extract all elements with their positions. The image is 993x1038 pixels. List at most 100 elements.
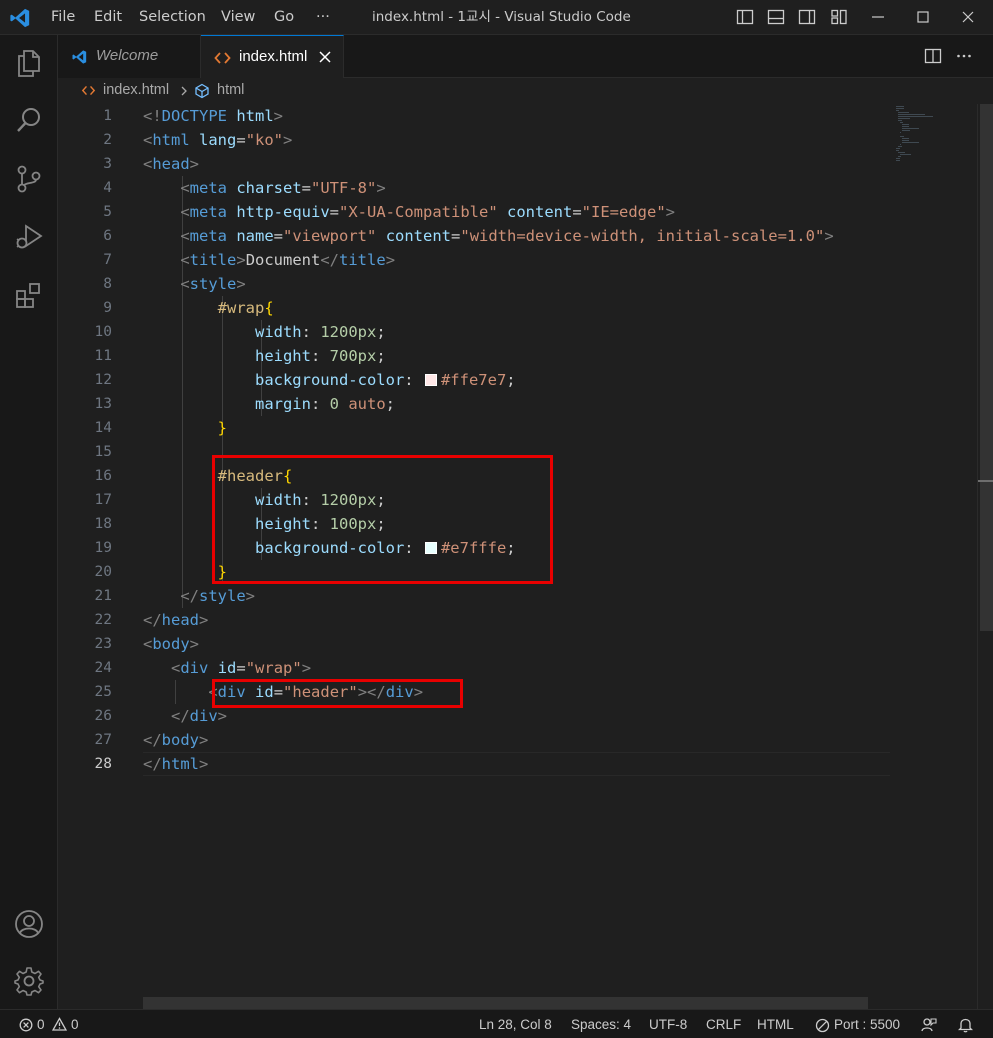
code-token: = — [329, 203, 340, 221]
menu-selection[interactable]: Selection — [139, 0, 206, 35]
line-number[interactable]: 3 — [62, 152, 112, 176]
language-mode[interactable]: HTML — [757, 1017, 794, 1032]
error-icon[interactable] — [19, 1018, 33, 1032]
maximize-icon[interactable] — [914, 8, 932, 26]
menu-go[interactable]: Go — [274, 0, 294, 35]
line-number[interactable]: 4 — [62, 176, 112, 200]
extensions-icon[interactable] — [13, 279, 45, 311]
end-of-line[interactable]: CRLF — [706, 1017, 741, 1032]
breadcrumb-file[interactable]: index.html — [103, 82, 169, 98]
vertical-scrollbar[interactable] — [977, 104, 993, 1009]
menu-view[interactable]: View — [221, 0, 255, 35]
indentation[interactable]: Spaces: 4 — [571, 1017, 631, 1032]
close-tab-icon[interactable] — [316, 48, 334, 66]
code-line[interactable]: <style> — [143, 272, 245, 296]
minimap-line — [898, 112, 909, 113]
code-line[interactable]: <meta http-equiv="X-UA-Compatible" conte… — [143, 200, 675, 224]
live-server-port[interactable]: Port : 5500 — [834, 1017, 900, 1032]
code-line[interactable]: margin: 0 auto; — [143, 392, 395, 416]
more-actions-icon[interactable] — [955, 47, 973, 65]
encoding[interactable]: UTF-8 — [649, 1017, 687, 1032]
line-number[interactable]: 16 — [62, 464, 112, 488]
code-line[interactable]: </html> — [143, 752, 208, 776]
line-number[interactable]: 11 — [62, 344, 112, 368]
cursor-position[interactable]: Ln 28, Col 8 — [479, 1017, 552, 1032]
minimap[interactable] — [896, 104, 956, 174]
line-number[interactable]: 13 — [62, 392, 112, 416]
code-line[interactable]: <html lang="ko"> — [143, 128, 292, 152]
line-number[interactable]: 27 — [62, 728, 112, 752]
line-number[interactable]: 23 — [62, 632, 112, 656]
accounts-icon[interactable] — [13, 908, 45, 940]
notifications-bell-icon[interactable] — [958, 1017, 973, 1033]
line-number[interactable]: 7 — [62, 248, 112, 272]
code-token: meta — [189, 227, 227, 245]
minimize-icon[interactable] — [869, 8, 887, 26]
line-number[interactable]: 28 — [62, 752, 112, 776]
split-editor-icon[interactable] — [924, 47, 942, 65]
color-swatch[interactable] — [424, 374, 437, 386]
line-number[interactable]: 9 — [62, 296, 112, 320]
code-line[interactable]: <meta charset="UTF-8"> — [143, 176, 385, 200]
tab-welcome[interactable]: Welcome — [58, 35, 201, 78]
warning-icon[interactable] — [52, 1017, 67, 1031]
code-line[interactable]: </style> — [143, 584, 255, 608]
line-number[interactable]: 26 — [62, 704, 112, 728]
code-line[interactable]: height: 700px; — [143, 344, 386, 368]
error-count[interactable]: 0 — [37, 1017, 45, 1032]
line-number[interactable]: 6 — [62, 224, 112, 248]
line-number[interactable]: 22 — [62, 608, 112, 632]
warning-count[interactable]: 0 — [71, 1017, 79, 1032]
horizontal-scrollbar-thumb[interactable] — [143, 997, 868, 1009]
menu-edit[interactable]: Edit — [94, 0, 122, 35]
toggle-secondary-sidebar-icon[interactable] — [798, 8, 816, 26]
code-line[interactable]: <div id="wrap"> — [143, 656, 311, 680]
explorer-icon[interactable] — [13, 47, 45, 79]
line-number[interactable]: 12 — [62, 368, 112, 392]
line-number[interactable]: 10 — [62, 320, 112, 344]
line-number[interactable]: 18 — [62, 512, 112, 536]
line-number[interactable]: 8 — [62, 272, 112, 296]
search-icon[interactable] — [13, 105, 45, 137]
line-number[interactable]: 5 — [62, 200, 112, 224]
live-server-port-icon[interactable] — [815, 1018, 830, 1033]
line-number[interactable]: 2 — [62, 128, 112, 152]
line-number[interactable]: 15 — [62, 440, 112, 464]
code-line[interactable]: <body> — [143, 632, 199, 656]
code-line[interactable]: <!DOCTYPE html> — [143, 104, 283, 128]
line-number[interactable]: 1 — [62, 104, 112, 128]
source-control-icon[interactable] — [13, 163, 45, 195]
line-number[interactable]: 14 — [62, 416, 112, 440]
code-token: div — [189, 707, 218, 725]
code-editor[interactable]: 1 2 3 4 5 6 7 8 9 10 11 12 13 14 15 16 17 18 19 20 21 22 23 24 2… — [58, 104, 993, 1009]
line-number[interactable]: 24 — [62, 656, 112, 680]
code-line[interactable]: background-color: #ffe7e7; — [143, 368, 516, 392]
code-token: </ — [143, 731, 162, 749]
line-number[interactable]: 25 — [62, 680, 112, 704]
menu-more[interactable]: ··· — [316, 0, 330, 35]
code-line[interactable]: </body> — [143, 728, 208, 752]
customize-layout-icon[interactable] — [830, 8, 848, 26]
line-number[interactable]: 17 — [62, 488, 112, 512]
run-debug-icon[interactable] — [13, 221, 45, 253]
code-line[interactable]: </head> — [143, 608, 208, 632]
line-number[interactable]: 19 — [62, 536, 112, 560]
code-line[interactable]: } — [143, 416, 227, 440]
line-number[interactable]: 21 — [62, 584, 112, 608]
menu-file[interactable]: File — [51, 0, 75, 35]
feedback-icon[interactable] — [921, 1017, 937, 1033]
line-number[interactable]: 20 — [62, 560, 112, 584]
toggle-primary-sidebar-icon[interactable] — [736, 8, 754, 26]
manage-gear-icon[interactable] — [13, 965, 45, 997]
code-line[interactable]: width: 1200px; — [143, 320, 386, 344]
code-line[interactable]: <title>Document</title> — [143, 248, 395, 272]
toggle-panel-icon[interactable] — [767, 8, 785, 26]
tab-index-html[interactable]: index.html — [201, 35, 344, 78]
code-line[interactable]: #wrap{ — [143, 296, 274, 320]
breadcrumb-symbol[interactable]: html — [217, 82, 244, 98]
vertical-scrollbar-thumb[interactable] — [980, 104, 993, 631]
code-line[interactable]: <head> — [143, 152, 199, 176]
close-window-icon[interactable] — [959, 8, 977, 26]
code-line[interactable]: <meta name="viewport" content="width=dev… — [143, 224, 833, 248]
